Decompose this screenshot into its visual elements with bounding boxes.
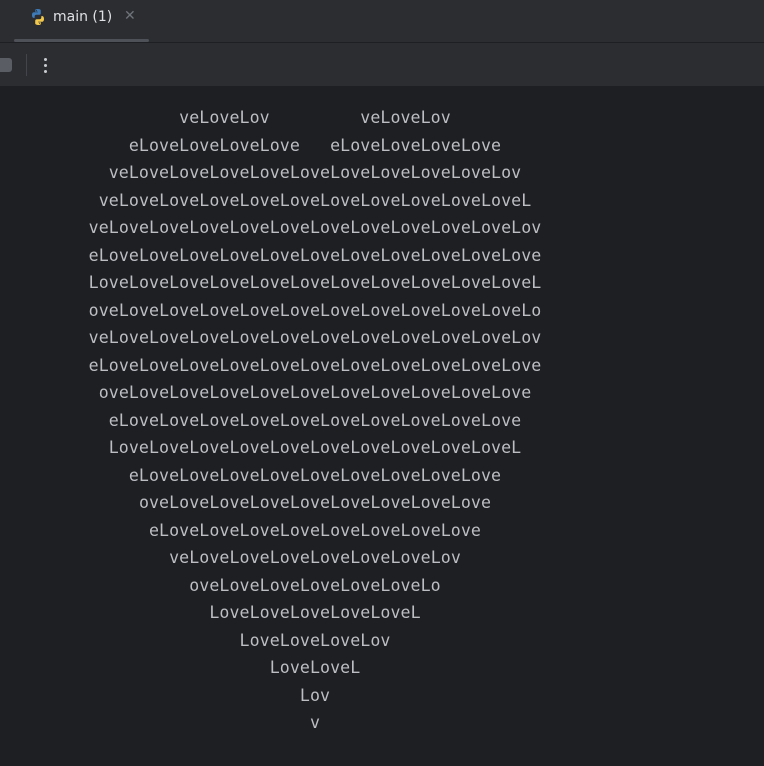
- output-line: eLoveLoveLoveLoveLoveLoveLoveLoveLoveLov…: [88, 245, 542, 265]
- output-line: veLoveLoveLoveLoveLoveLoveLov: [169, 548, 461, 567]
- output-line: oveLoveLoveLoveLoveLoveLo: [189, 575, 441, 595]
- run-window: main (1) ✕ veLoveLov veLoveLov eLoveLoveL…: [0, 0, 764, 766]
- tab-label: main (1): [53, 9, 113, 25]
- output-line: Lov: [299, 685, 331, 705]
- output-line: v: [309, 713, 321, 732]
- output-line: eLoveLoveLoveLoveLoveLoveLoveLove: [149, 520, 481, 540]
- output-line: oveLoveLoveLoveLoveLoveLoveLoveLoveLoveL…: [88, 300, 542, 320]
- output-line: LoveLoveLoveLoveLoveLoveLoveLoveLoveLove…: [108, 438, 522, 457]
- output-line: veLoveLoveLoveLoveLoveLoveLoveLoveLoveLo…: [98, 190, 532, 210]
- close-icon[interactable]: ✕: [124, 8, 136, 24]
- output-line: LoveLoveL: [269, 658, 361, 677]
- output-line: LoveLoveLoveLov: [239, 630, 391, 650]
- run-toolbar: [0, 43, 764, 86]
- tab-bar: main (1) ✕: [0, 0, 764, 43]
- output-line: veLoveLoveLoveLoveLoveLoveLoveLoveLoveLo…: [108, 163, 522, 182]
- output-line: LoveLoveLoveLoveLoveL: [209, 603, 421, 622]
- output-line: oveLoveLoveLoveLoveLoveLoveLoveLoveLoveL…: [98, 383, 532, 402]
- more-vertical-icon[interactable]: [38, 53, 54, 77]
- output-line: eLoveLoveLoveLoveLoveLoveLoveLoveLove: [128, 465, 502, 485]
- output-line: veLoveLov veLoveLov: [179, 108, 451, 127]
- stop-icon[interactable]: [0, 58, 12, 72]
- output-line: eLoveLoveLoveLoveLoveLoveLoveLoveLoveLov…: [88, 355, 542, 375]
- python-icon: [32, 9, 44, 25]
- output-line: oveLoveLoveLoveLoveLoveLoveLoveLove: [138, 493, 492, 512]
- output-line: veLoveLoveLoveLoveLoveLoveLoveLoveLoveLo…: [88, 218, 542, 237]
- active-tab-indicator: [14, 39, 149, 42]
- console-output[interactable]: veLoveLov veLoveLov eLoveLoveLoveLove eLo…: [0, 86, 764, 766]
- tab-main[interactable]: main (1) ✕: [14, 0, 149, 42]
- toolbar-divider: [26, 54, 27, 76]
- output-line: eLoveLoveLoveLove eLoveLoveLoveLove: [128, 135, 502, 155]
- output-line: veLoveLoveLoveLoveLoveLoveLoveLoveLoveLo…: [88, 328, 542, 347]
- output-line: eLoveLoveLoveLoveLoveLoveLoveLoveLoveLov…: [108, 410, 522, 430]
- output-line: LoveLoveLoveLoveLoveLoveLoveLoveLoveLove…: [88, 273, 542, 292]
